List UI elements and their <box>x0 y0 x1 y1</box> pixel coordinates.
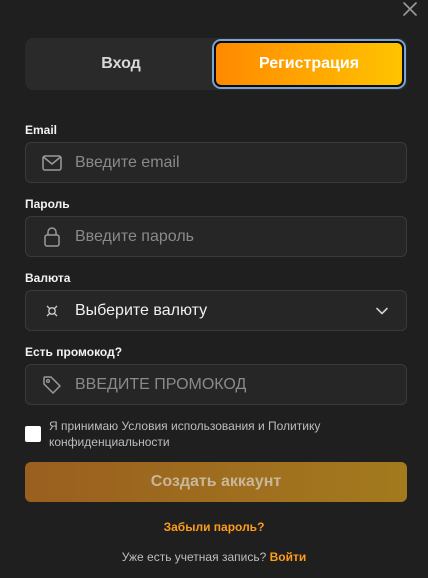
promo-input[interactable] <box>75 375 406 394</box>
create-account-button[interactable]: Создать аккаунт <box>25 462 407 502</box>
tab-register[interactable]: Регистрация <box>214 41 404 87</box>
auth-tabs: Вход Регистрация <box>25 38 407 90</box>
login-prompt: Уже есть учетная запись? Войти <box>0 550 428 564</box>
mail-icon <box>42 153 62 173</box>
terms-checkbox[interactable] <box>25 426 41 442</box>
currency-select[interactable]: Выберите валюту <box>25 290 407 331</box>
currency-icon <box>42 301 62 321</box>
chevron-down-icon <box>372 301 392 321</box>
email-label: Email <box>25 123 58 137</box>
forgot-password-link[interactable]: Забыли пароль? <box>0 520 428 534</box>
password-input[interactable] <box>75 227 406 246</box>
lock-icon <box>42 226 62 247</box>
login-link[interactable]: Войти <box>270 550 307 564</box>
close-icon <box>403 2 417 16</box>
email-field-wrapper <box>25 142 407 183</box>
tab-login[interactable]: Вход <box>28 41 214 87</box>
terms-text: Я принимаю Условия использования и Полит… <box>49 419 321 449</box>
close-button[interactable] <box>400 0 420 18</box>
password-field-wrapper <box>25 216 407 257</box>
promo-field-wrapper <box>25 364 407 405</box>
promo-label: Есть промокод? <box>25 345 123 359</box>
currency-label: Валюта <box>25 271 71 285</box>
terms-row: Я принимаю Условия использования и Полит… <box>25 418 407 450</box>
tag-icon <box>42 375 62 395</box>
password-label: Пароль <box>25 197 70 211</box>
email-input[interactable] <box>75 153 406 172</box>
currency-select-value: Выберите валюту <box>75 301 208 319</box>
login-prompt-text: Уже есть учетная запись? <box>121 550 267 564</box>
